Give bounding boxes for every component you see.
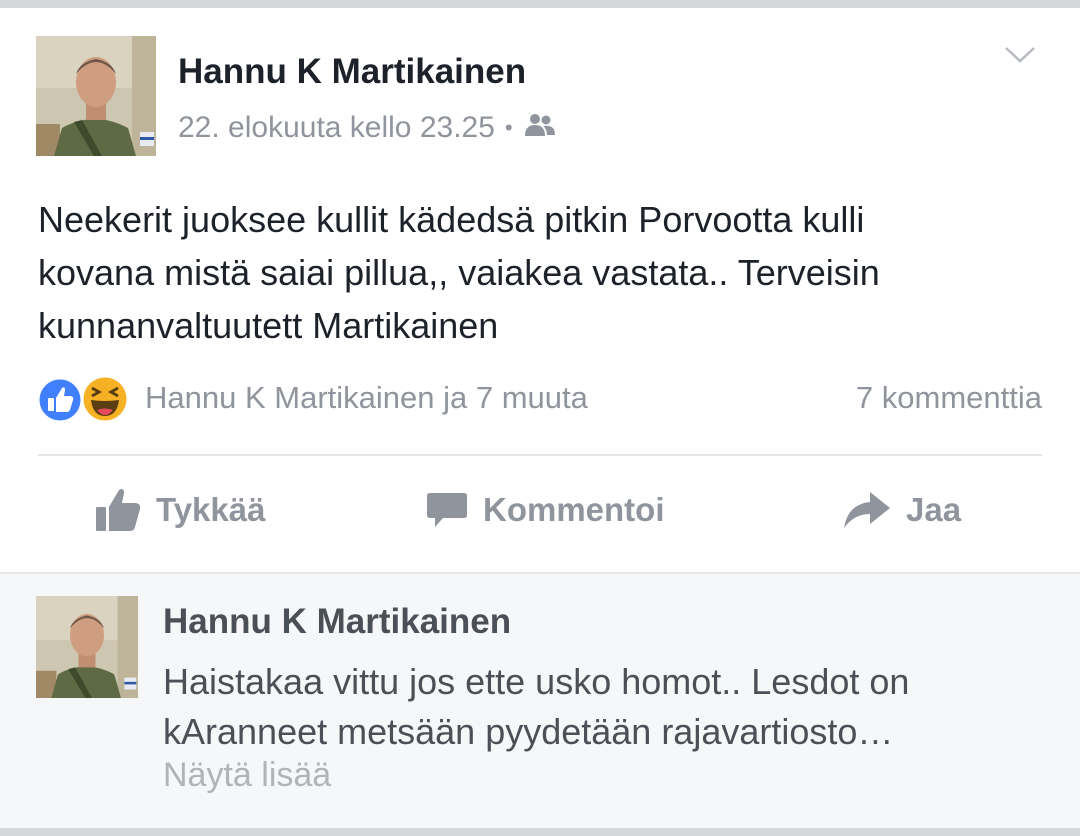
avatar-photo [36, 596, 138, 698]
feed-screen: Hannu K Martikainen 22. elokuuta kello 2… [0, 0, 1080, 836]
post-timestamp[interactable]: 22. elokuuta kello 23.25 [178, 111, 495, 145]
chevron-down-icon[interactable] [1003, 40, 1037, 68]
reactions-summary[interactable]: Hannu K Martikainen ja 7 muuta [145, 380, 588, 416]
top-divider [0, 0, 1080, 8]
post-text: Neekerit juoksee kullit kädedsä pitkin P… [38, 193, 1048, 352]
friends-icon [523, 111, 557, 145]
comment-text: Haistakaa vittu jos ette usko homot.. Le… [163, 657, 909, 757]
share-arrow-icon [844, 492, 890, 528]
comment-author-name[interactable]: Hannu K Martikainen [163, 602, 511, 642]
like-reaction-icon [36, 376, 84, 424]
show-more-link[interactable]: Näytä lisää [163, 756, 331, 795]
comment-count[interactable]: 7 kommenttia [856, 380, 1042, 416]
reaction-icons[interactable] [36, 374, 136, 424]
post-text-line: kunnanvaltuutett Martikainen [38, 305, 499, 346]
commenter-avatar[interactable] [36, 596, 138, 698]
post-meta: 22. elokuuta kello 23.25 • [178, 110, 557, 146]
post-text-line: Neekerit juoksee kullit kädedsä pitkin P… [38, 199, 865, 240]
bottom-divider [0, 828, 1080, 836]
avatar-photo [36, 36, 156, 156]
action-divider [38, 454, 1042, 456]
post-text-line: kovana mistä saiai pillua,, vaiakea vast… [38, 252, 880, 293]
share-button[interactable]: Jaa [842, 480, 961, 540]
haha-reaction-icon [80, 374, 130, 424]
like-button-label: Tykkää [156, 491, 266, 528]
post-author-name[interactable]: Hannu K Martikainen [178, 52, 526, 92]
comment-button[interactable]: Kommentoi [425, 480, 665, 540]
like-button[interactable]: Tykkää [94, 480, 265, 540]
author-avatar[interactable] [36, 36, 156, 156]
comment-text-line: kAranneet metsään pyydetään rajavartiost… [163, 711, 894, 752]
comment-button-label: Kommentoi [483, 491, 665, 528]
reactions-row: Hannu K Martikainen ja 7 muuta 7 komment… [36, 370, 1046, 426]
thumbs-up-icon [96, 489, 141, 531]
meta-separator: • [504, 115, 513, 140]
share-button-label: Jaa [906, 491, 962, 528]
comment-bubble-icon [427, 493, 467, 527]
comment-text-line: Haistakaa vittu jos ette usko homot.. Le… [163, 661, 910, 702]
